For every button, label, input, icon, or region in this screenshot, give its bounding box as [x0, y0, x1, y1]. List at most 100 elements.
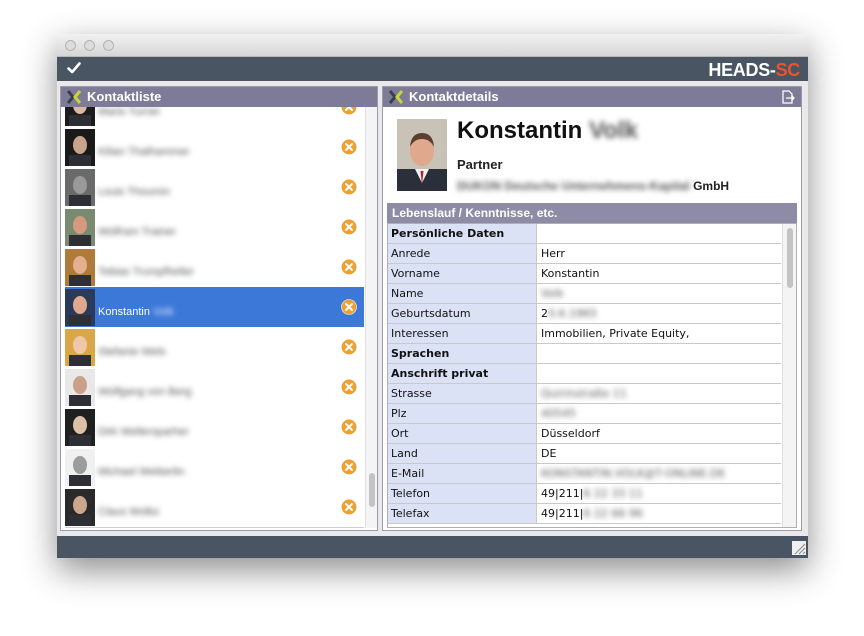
table-value-text: Herr [541, 247, 565, 260]
remove-contact-icon[interactable] [341, 259, 357, 275]
remove-contact-icon[interactable] [341, 339, 357, 355]
title-bar [57, 34, 808, 57]
company-name-blurred: DUKON Deutsche Unternehmens-Kapital [457, 179, 690, 193]
table-row-value[interactable]: DE [538, 444, 781, 463]
minimize-window-button[interactable] [84, 40, 95, 51]
contact-row[interactable]: Wolfram Trainer [65, 207, 364, 248]
cv-section-header: Lebenslauf / Kenntnisse, etc. [387, 203, 797, 223]
avatar [65, 129, 95, 166]
remove-contact-icon[interactable] [341, 107, 357, 115]
contact-row[interactable]: Claus Wolbz [65, 487, 364, 528]
remove-contact-icon[interactable] [341, 379, 357, 395]
table-row-value[interactable] [538, 224, 781, 243]
contact-details-panel: Kontaktdetails Konstantin Volk Partner D… [382, 86, 802, 531]
contact-last-name: Wolfram Trainer [98, 226, 177, 238]
table-row: Strasse Quirinstraße 11 [388, 384, 781, 404]
contact-list-scrollbar[interactable] [365, 107, 377, 528]
table-row-label: Telefon [388, 484, 537, 503]
remove-contact-icon[interactable] [341, 499, 357, 515]
table-value-text: Düsseldorf [541, 427, 600, 440]
table-row-label: Ort [388, 424, 537, 443]
table-row: Ort Düsseldorf [388, 424, 781, 444]
table-value-text: Immobilien, Private Equity, [541, 327, 690, 340]
zoom-window-button[interactable] [103, 40, 114, 51]
table-row-value[interactable]: 20.6.1965 [538, 304, 781, 323]
avatar [65, 249, 95, 286]
table-value-blurred: 0.6.1965 [548, 307, 597, 320]
contact-row[interactable]: Konstantin Volk [65, 287, 364, 328]
logo-main: HEADS- [708, 60, 776, 80]
details-table: Persönliche Daten Anrede Herr Vorname Konsta… [387, 223, 797, 528]
contact-row[interactable]: Wolfgang von Berg [65, 367, 364, 408]
contact-last-name: Claus Wolbz [98, 506, 160, 518]
table-row: Plz 40545 [388, 404, 781, 424]
table-row-value[interactable]: Quirinstraße 11 [538, 384, 781, 403]
remove-contact-icon[interactable] [341, 139, 357, 155]
table-row: E-Mail KONSTANTIN.VOLK@T-ONLINE.DE [388, 464, 781, 484]
table-row-value[interactable] [538, 344, 781, 363]
table-row-label: Telefax [388, 504, 537, 523]
contact-name: Konstantin Volk [98, 306, 174, 318]
remove-contact-icon[interactable] [341, 459, 357, 475]
table-row-value[interactable]: Immobilien, Private Equity, [538, 324, 781, 343]
contact-row[interactable]: Michael Weiberlin [65, 447, 364, 488]
table-row-value[interactable]: 49|211|6 22 33 11 [538, 484, 781, 503]
contact-row[interactable]: Tobias Trumpfheller [65, 247, 364, 288]
contact-row[interactable]: Mario Turner [65, 107, 364, 128]
table-row-label: Land [388, 444, 537, 463]
table-row-value[interactable]: Düsseldorf [538, 424, 781, 443]
table-row: Anrede Herr [388, 244, 781, 264]
remove-contact-icon[interactable] [341, 299, 357, 315]
table-value-blurred: 6 22 66 96 [583, 507, 643, 520]
table-row-value[interactable]: 40545 [538, 404, 781, 423]
resize-grip-icon[interactable] [792, 541, 806, 555]
contact-details-header: Kontaktdetails [383, 87, 801, 107]
table-value-text: DE [541, 447, 557, 460]
contact-last-name: Stefanie Wels [98, 346, 166, 358]
table-value-text: Konstantin [541, 267, 600, 280]
table-row: Telefon 49|211|6 22 33 11 [388, 484, 781, 504]
table-row-value[interactable]: 49|211|6 22 66 96 [538, 504, 781, 523]
table-row-value[interactable]: KONSTANTIN.VOLK@T-ONLINE.DE [538, 464, 781, 483]
contact-list-scroll-thumb[interactable] [369, 473, 375, 507]
contact-photo [397, 119, 447, 191]
contact-row[interactable]: Stefanie Wels [65, 327, 364, 368]
contact-row[interactable]: Louis Thoumin [65, 167, 364, 208]
table-row-label: Vorname [388, 264, 537, 283]
contact-name: Kilian Thalhammer [98, 146, 190, 158]
contact-name: Louis Thoumin [98, 186, 170, 198]
avatar [65, 289, 95, 326]
avatar [65, 489, 95, 526]
table-value-blurred: Volk [541, 287, 564, 300]
close-window-button[interactable] [65, 40, 76, 51]
table-value-text: 2 [541, 307, 548, 320]
avatar [65, 369, 95, 406]
remove-contact-icon[interactable] [341, 419, 357, 435]
remove-contact-icon[interactable] [341, 179, 357, 195]
table-row-value[interactable]: Volk [538, 284, 781, 303]
contact-last-name: Wolfgang von Berg [98, 386, 192, 398]
table-value-blurred: Quirinstraße 11 [541, 387, 627, 400]
remove-contact-icon[interactable] [341, 219, 357, 235]
contact-name: Mario Turner [98, 107, 160, 118]
table-row-value[interactable] [538, 364, 781, 383]
table-row-label: Geburtsdatum [388, 304, 537, 323]
avatar [65, 449, 95, 486]
contact-last-name: Volk [589, 117, 638, 144]
contact-last-name: Dirk Wellersparher [98, 426, 189, 438]
contact-last-name: Kilian Thalhammer [98, 146, 190, 158]
table-row-label: Anrede [388, 244, 537, 263]
logo-accent: SC [775, 60, 801, 80]
checkmark-icon[interactable] [67, 61, 81, 75]
contact-row[interactable]: Kilian Thalhammer [65, 127, 364, 168]
table-row-value[interactable]: Konstantin [538, 264, 781, 283]
table-row-label: E-Mail [388, 464, 537, 483]
table-row-value[interactable]: Herr [538, 244, 781, 263]
contact-company: DUKON Deutsche Unternehmens-Kapital GmbH [457, 179, 729, 193]
details-table-scrollbar[interactable] [782, 224, 796, 527]
export-icon[interactable] [781, 90, 795, 104]
table-value-text: 49|211| [541, 487, 584, 500]
contact-last-name: Louis Thoumin [98, 186, 170, 198]
contact-row[interactable]: Dirk Wellersparher [65, 407, 364, 448]
details-scroll-thumb[interactable] [787, 228, 793, 288]
